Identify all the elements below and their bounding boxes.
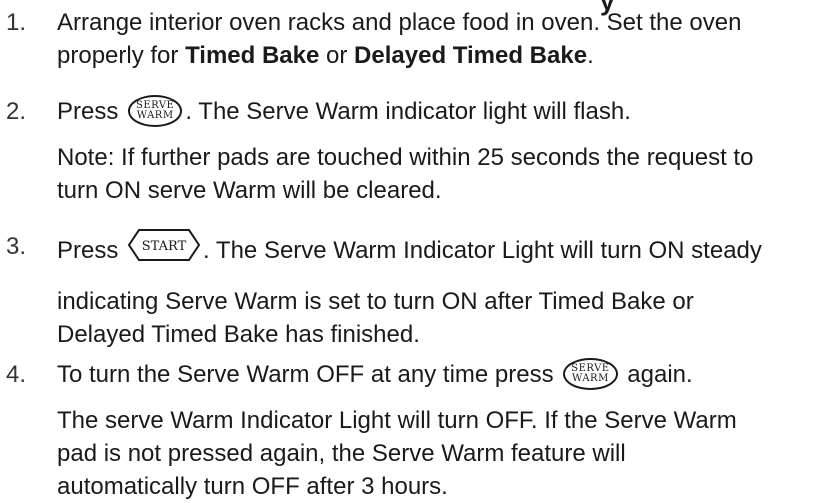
step-text: To turn the Serve Warm OFF at any time p… <box>57 361 561 388</box>
step-text: . The Serve Warm Indicator Light will tu… <box>203 236 762 264</box>
step-body: To turn the Serve Warm OFF at any time p… <box>57 357 827 503</box>
step-text: . The Serve Warm indicator light will fl… <box>185 98 631 125</box>
step-text: Press <box>57 98 126 125</box>
start-pad-icon: START <box>127 228 201 271</box>
step-text-line: Delayed Timed Bake has finished. <box>57 321 420 348</box>
step-text-line: Press SERVE WARM. The Serve Warm indicato… <box>57 94 827 129</box>
step-text: . <box>587 42 594 69</box>
serve-warm-pad-icon: SERVE WARM <box>128 94 183 127</box>
step-text-line: indicating Serve Warm is set to turn ON … <box>57 288 694 315</box>
step-text-line: properly for Timed Bake or Delayed Timed… <box>57 39 827 72</box>
start-pad-label: START <box>142 239 187 254</box>
pad-label-bottom: WARM <box>572 372 609 384</box>
mode-name: Timed Bake <box>185 42 320 69</box>
note-line: turn ON serve Warm will be cleared. <box>57 176 442 204</box>
step-text-line: pad is not pressed again, the Serve Warm… <box>57 439 626 467</box>
step-text: again. <box>620 361 693 388</box>
note-line: Note: If further pads are touched within… <box>57 143 754 171</box>
step-body: Press START . The Serve Warm Indicator Li… <box>57 228 827 351</box>
step-text-line: Press START . The Serve Warm Indicator Li… <box>57 228 827 273</box>
step-number: 2. <box>6 98 27 125</box>
step-text: Arrange interior oven racks and place fo… <box>57 9 742 36</box>
step-body: Arrange interior oven racks and place fo… <box>57 6 827 72</box>
serve-warm-pad-icon: SERVE WARM <box>563 357 618 390</box>
step-text: Press <box>57 236 126 264</box>
step-text-line: The serve Warm Indicator Light will turn… <box>57 406 737 434</box>
step-number: 4. <box>6 361 27 388</box>
step-body: Press SERVE WARM. The Serve Warm indicato… <box>57 94 827 207</box>
step-text: properly for <box>57 42 186 69</box>
step-text-line: Arrange interior oven racks and place fo… <box>57 6 827 39</box>
step-number: 1. <box>6 9 27 36</box>
step-text: or <box>319 42 355 69</box>
step-text-line: automatically turn OFF after 3 hours. <box>57 472 448 500</box>
step-text-line: To turn the Serve Warm OFF at any time p… <box>57 357 827 392</box>
step-number: 3. <box>6 233 27 260</box>
pad-label-bottom: WARM <box>136 109 174 121</box>
mode-name: Delayed Timed Bake <box>354 42 588 69</box>
